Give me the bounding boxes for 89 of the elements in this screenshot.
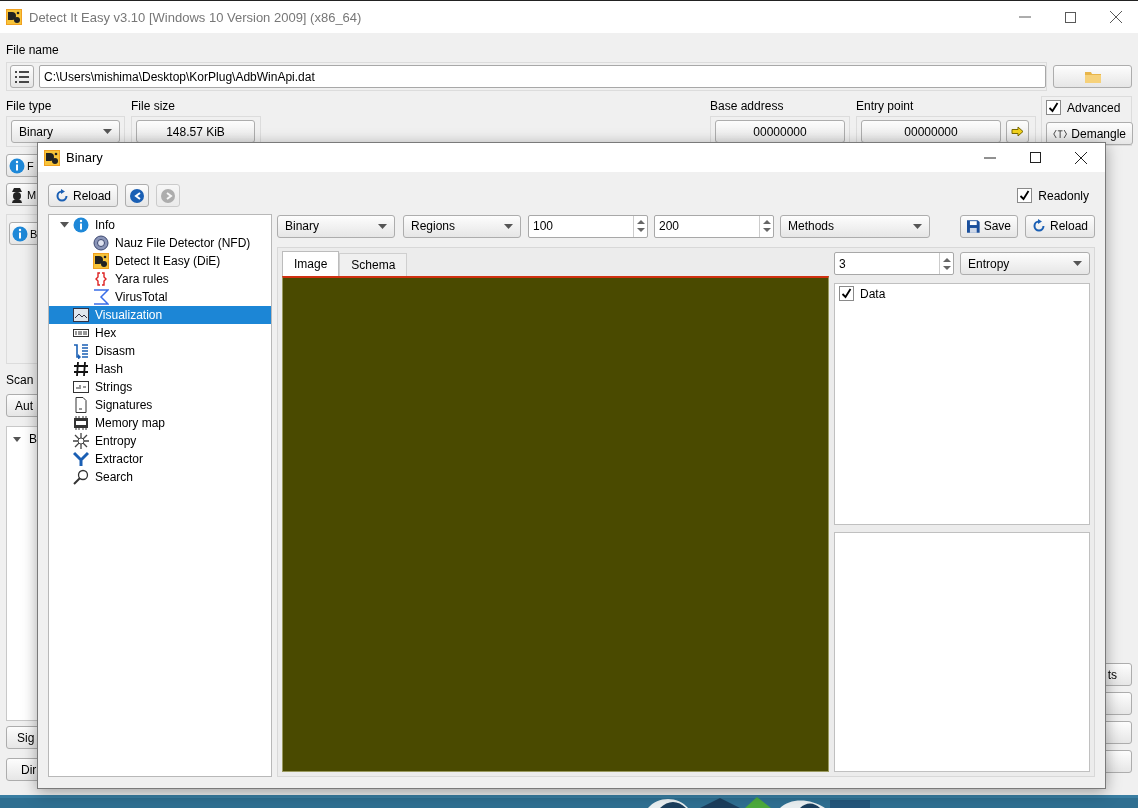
dropdown-caret-icon — [1073, 261, 1082, 266]
dropdown-caret-icon — [913, 223, 922, 229]
sigma-icon — [93, 289, 109, 305]
maximize-icon[interactable] — [1065, 11, 1076, 23]
tree-item[interactable]: Disasm — [49, 342, 271, 360]
spin-arrows-icon[interactable] — [636, 219, 645, 233]
reload-icon — [55, 188, 69, 203]
dropdown-caret-icon — [103, 129, 112, 134]
dropdown-caret-icon — [504, 223, 513, 229]
fork-icon — [73, 451, 89, 467]
window-title: Binary — [66, 150, 104, 165]
field-label: File size — [131, 99, 176, 113]
tree-item[interactable]: Hash — [49, 360, 271, 378]
bracket-icon — [93, 271, 109, 287]
file-size-field: 148.57 KiB — [136, 120, 255, 143]
tree-item[interactable]: Visualization — [49, 306, 271, 324]
image-icon — [73, 307, 89, 323]
field-label: File name — [6, 43, 60, 57]
tab[interactable]: Schema — [339, 253, 408, 276]
tree-item[interactable]: Yara rules — [49, 270, 271, 288]
tree-item[interactable]: Signatures — [49, 396, 271, 414]
expander-arrow-icon[interactable] — [13, 435, 21, 443]
app-logo-icon — [6, 9, 22, 25]
tree-item[interactable]: Entropy — [49, 432, 271, 450]
window-title: Detect It Easy v3.10 [Windows 10 Version 2009] (x86_64) — [29, 9, 363, 25]
save-icon — [967, 219, 980, 233]
field-label: Entry point — [856, 99, 915, 113]
checkbox[interactable] — [1017, 188, 1033, 203]
height-spinbox[interactable]: 200 — [654, 214, 774, 238]
reload-button[interactable]: Reload — [1025, 214, 1095, 238]
folder-icon — [1084, 70, 1101, 83]
mode-dropdown[interactable]: Regions — [403, 214, 521, 238]
file-type-dropdown[interactable]: Binary — [11, 120, 120, 143]
text-box-icon — [73, 379, 89, 395]
tree-item[interactable]: B — [29, 432, 37, 446]
close-icon[interactable] — [1110, 11, 1122, 23]
layer-label: Data — [860, 286, 886, 301]
tree-item[interactable]: Hex — [49, 324, 271, 342]
tab[interactable]: Image — [282, 251, 340, 276]
base-address-field[interactable]: 00000000 — [715, 120, 845, 143]
disassembly-icon — [73, 343, 89, 359]
field-label: File type — [6, 99, 53, 113]
back-button[interactable] — [125, 184, 149, 207]
reload-button[interactable]: Reload — [48, 184, 118, 207]
reload-icon — [1032, 219, 1046, 233]
tree-item[interactable]: Info — [49, 216, 271, 234]
view-dropdown[interactable]: Entropy — [960, 252, 1090, 275]
entry-point-field[interactable]: 00000000 — [861, 120, 1001, 143]
tree-item[interactable]: VirusTotal — [49, 288, 271, 306]
expander-arrow-icon[interactable] — [59, 222, 69, 228]
type-dropdown[interactable]: Binary — [277, 214, 395, 238]
info-icon — [73, 217, 89, 233]
tree-item[interactable]: Extractor — [49, 450, 271, 468]
tree-item[interactable]: Strings — [49, 378, 271, 396]
menu-button[interactable] — [10, 65, 34, 88]
person-icon — [9, 186, 25, 203]
spin-arrows-icon[interactable] — [762, 219, 771, 233]
close-icon[interactable] — [1075, 151, 1087, 164]
maximize-icon[interactable] — [1030, 152, 1041, 163]
menu-icon — [15, 70, 29, 83]
info-icon — [9, 157, 25, 174]
checkbox[interactable] — [1046, 100, 1061, 115]
checkbox-label: Readonly — [1038, 188, 1089, 203]
tree-item[interactable]: Nauz File Detector (NFD) — [49, 234, 271, 252]
path-field[interactable]: C:\Users\mishima\Desktop\KorPlug\AdbWinApi.dat — [39, 65, 1046, 88]
dropdown-caret-icon — [378, 223, 387, 229]
document-icon — [73, 397, 89, 413]
app-logo-icon — [44, 149, 60, 166]
scale-spinbox[interactable]: 3 — [834, 252, 954, 275]
chip-icon — [73, 415, 89, 431]
field-label: Base address — [710, 99, 785, 113]
sparkle-icon — [73, 433, 89, 449]
scan-label: Scan — [6, 373, 35, 387]
info-icon — [12, 225, 28, 242]
tree-item[interactable]: Memory map — [49, 414, 271, 432]
checkbox[interactable] — [839, 286, 854, 301]
width-spinbox[interactable]: 100 — [528, 214, 648, 238]
checkbox-label: Advanced — [1067, 100, 1121, 115]
app-logo-icon — [93, 253, 109, 269]
method-dropdown[interactable]: Methods — [780, 214, 930, 238]
spin-arrows-icon[interactable] — [942, 256, 951, 271]
text-tag-icon — [1053, 127, 1068, 140]
go-button[interactable] — [1006, 120, 1029, 143]
arrow-icon — [1011, 126, 1024, 137]
hash-icon — [73, 361, 89, 377]
tree-item[interactable]: Detect It Easy (DiE) — [49, 252, 271, 270]
save-button[interactable]: Save — [960, 214, 1018, 238]
tree-item[interactable]: Search — [49, 468, 271, 486]
search-icon — [73, 469, 89, 485]
